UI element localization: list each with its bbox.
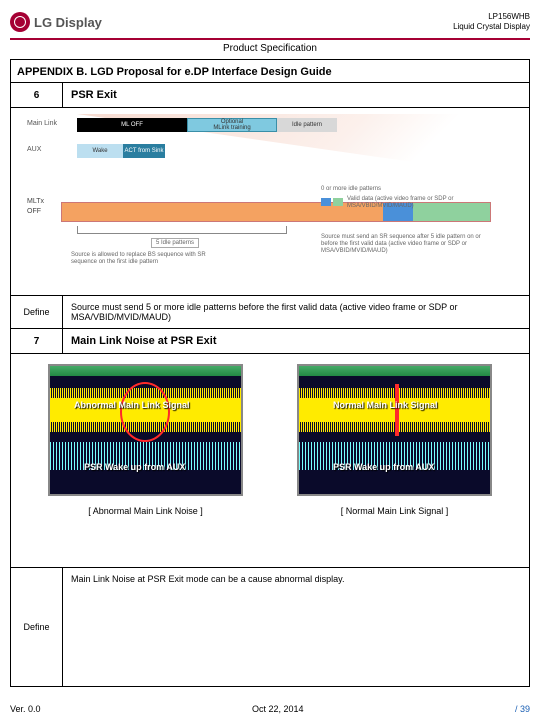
page-root: LG Display LP156WHB Liquid Crystal Displ… — [0, 0, 540, 720]
scope-right-caption: [ Normal Main Link Signal ] — [341, 506, 449, 516]
scope-right-col: Normal Main Link Signal PSR Wake up from… — [290, 364, 500, 516]
scope-right-overlay-bottom: PSR Wake up from AUX — [333, 462, 434, 472]
aux-sink-bar: ACT from Sink — [123, 144, 165, 158]
scope-left-frame: Abnormal Main Link Signal PSR Wake up fr… — [48, 364, 243, 496]
scope-right-overlay-top: Normal Main Link Signal — [333, 400, 438, 410]
scope-right-frame: Normal Main Link Signal PSR Wake up from… — [297, 364, 492, 496]
lg-logo-icon — [10, 12, 30, 32]
spec-title: Product Specification — [10, 40, 530, 59]
content-frame: APPENDIX B. LGD Proposal for e.DP Interf… — [10, 59, 530, 687]
section-7-title: Main Link Noise at PSR Exit — [63, 329, 529, 353]
section-7-header-row: 7 Main Link Noise at PSR Exit — [11, 329, 529, 354]
section-7-number: 7 — [11, 329, 63, 353]
section-6-title: PSR Exit — [63, 83, 529, 107]
scope-left-overlay-bottom: PSR Wake up from AUX — [84, 462, 185, 472]
legend-swatch-blue — [321, 198, 331, 206]
scope-left-col: Abnormal Main Link Signal PSR Wake up fr… — [41, 364, 251, 516]
section-7-define-row: Define Main Link Noise at PSR Exit mode … — [11, 568, 529, 686]
legend-swatch-green — [333, 198, 343, 206]
ml-optional-bar: Optional MLink training — [187, 118, 277, 132]
section-6-define-text: Source must send 5 or more idle patterns… — [63, 296, 529, 328]
scope-menubar — [299, 366, 490, 376]
section-6-number: 6 — [11, 83, 63, 107]
idle-brace — [77, 226, 287, 234]
model-number: LP156WHB — [453, 12, 530, 22]
section-6-header-row: 6 PSR Exit — [11, 83, 529, 108]
diagram-upper: Main Link AUX ML OFF Optional MLink trai… — [21, 114, 519, 182]
scope-menubar — [50, 366, 241, 376]
psr-exit-diagram: Main Link AUX ML OFF Optional MLink trai… — [11, 108, 529, 296]
product-type: Liquid Crystal Display — [453, 22, 530, 32]
ml-idle-bar: Idle pattern — [277, 118, 337, 132]
brand-logo-block: LG Display — [10, 12, 102, 32]
scope-left-overlay-top: Abnormal Main Link Signal — [74, 400, 190, 410]
section-7-define-text: Main Link Noise at PSR Exit mode can be … — [63, 568, 529, 686]
idle-patterns-box: 5 Idle patterns — [151, 238, 199, 248]
header: LG Display LP156WHB Liquid Crystal Displ… — [10, 8, 530, 36]
diagram-note-right: Source must send an SR sequence after 5 … — [321, 234, 491, 255]
scope-left-caption: [ Abnormal Main Link Noise ] — [88, 506, 203, 516]
mltx-label: MLTx — [27, 198, 44, 205]
main-link-label: Main Link — [27, 120, 57, 127]
section-6-define-label: Define — [11, 296, 63, 328]
section-7-define-label: Define — [11, 568, 63, 686]
aux-wake-bar: Wake — [77, 144, 123, 158]
diagram-lower: MLTx OFF 5 Idle patterns 0 or more idle … — [21, 190, 519, 290]
footer: Ver. 0.0 Oct 22, 2014 / 39 — [10, 704, 530, 714]
scope-wave-abnormal — [50, 388, 241, 432]
ml-off-bar: ML OFF — [77, 118, 187, 132]
diagram-note-left: Source is allowed to replace BS sequence… — [71, 252, 221, 266]
off-label: OFF — [27, 208, 41, 215]
footer-date: Oct 22, 2014 — [252, 704, 304, 714]
scope-wave-normal — [299, 388, 490, 432]
scopes-cell: Abnormal Main Link Signal PSR Wake up fr… — [11, 354, 529, 568]
footer-version: Ver. 0.0 — [10, 704, 41, 714]
diagram-note-top: 0 or more idle patterns Valid data (acti… — [321, 186, 491, 193]
legend-valid-text: Valid data (active video frame or SDP or… — [347, 196, 497, 210]
section-6-define-row: Define Source must send 5 or more idle p… — [11, 296, 529, 329]
appendix-title: APPENDIX B. LGD Proposal for e.DP Interf… — [11, 60, 529, 83]
header-right: LP156WHB Liquid Crystal Display — [453, 12, 530, 32]
aux-label: AUX — [27, 146, 41, 153]
brand-name: LG Display — [34, 15, 102, 30]
ml-opt-line2: MLink training — [213, 125, 250, 131]
footer-page: / 39 — [515, 704, 530, 714]
